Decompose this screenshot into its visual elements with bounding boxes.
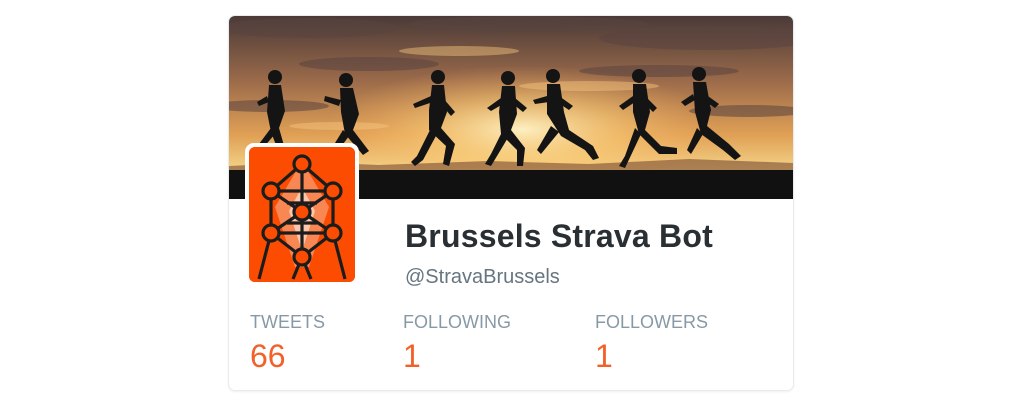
avatar[interactable] — [249, 147, 355, 282]
stat-followers[interactable]: FOLLOWERS 1 — [595, 312, 708, 374]
stat-tweets[interactable]: TWEETS 66 — [250, 312, 325, 374]
profile-name[interactable]: Brussels Strava Bot — [405, 218, 713, 255]
stat-following-label: FOLLOWING — [403, 312, 512, 332]
avatar-frame[interactable] — [245, 143, 359, 286]
profile-handle[interactable]: @StravaBrussels — [405, 266, 560, 289]
stat-following[interactable]: FOLLOWING 1 — [403, 312, 511, 374]
stat-followers-value: 1 — [595, 338, 613, 374]
stat-tweets-label: TWEETS — [250, 312, 325, 332]
atomium-logo-icon — [249, 147, 355, 282]
stat-tweets-value: 66 — [250, 338, 286, 374]
stat-following-value: 1 — [403, 338, 421, 374]
profile-card: Brussels Strava Bot @StravaBrussels TWEE… — [229, 16, 793, 390]
stat-followers-label: FOLLOWERS — [595, 312, 709, 332]
